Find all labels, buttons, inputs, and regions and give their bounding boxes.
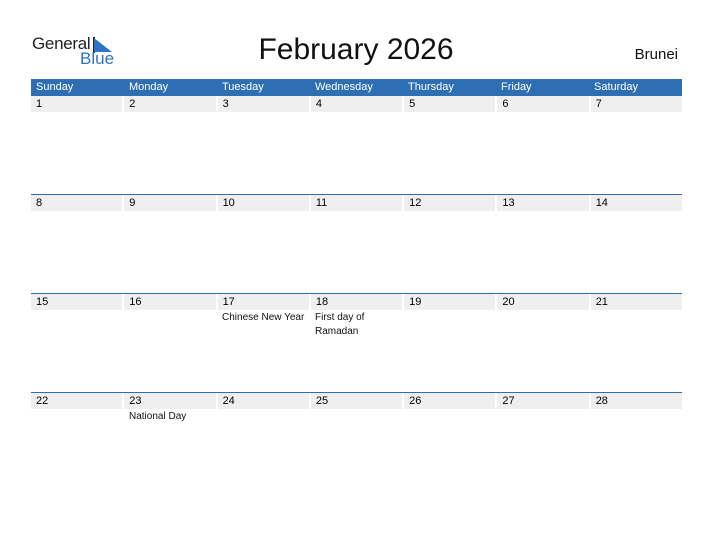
day-cell[interactable]: 7 [590,96,682,112]
holiday-label [310,211,403,212]
country-label: Brunei [634,46,678,63]
holiday-label [589,310,682,339]
day-cell[interactable]: 16 [124,294,216,310]
holiday-label [496,112,589,113]
day-cell[interactable]: 28 [590,393,682,409]
holiday-label [217,112,310,113]
holiday-label [124,112,217,113]
day-cell[interactable]: 9 [124,195,216,211]
day-cell[interactable]: 3 [217,96,309,112]
weekday-sunday: Sunday [36,81,74,93]
day-cell[interactable]: 22 [31,393,123,409]
page-title: February 2026 [258,33,454,66]
weekday-header: Sunday Monday Tuesday Wednesday Thursday… [31,79,682,96]
day-cell[interactable]: 4 [310,96,403,112]
day-cell[interactable]: 23 [124,393,216,409]
holiday-label: Chinese New Year [222,312,305,323]
weekday-friday: Friday [501,81,532,93]
holiday-label [496,409,589,424]
holiday-label [31,409,124,424]
holiday-label: National Day [129,411,187,422]
holiday-label [496,310,589,339]
day-cell[interactable]: 2 [124,96,216,112]
holiday-label [31,112,124,113]
weekday-monday: Monday [129,81,169,93]
day-cell[interactable]: 24 [217,393,309,409]
holiday-label [31,310,124,339]
calendar-week: 15 16 17 18 19 20 21 Chinese New Year First day … [31,293,682,339]
holiday-label [124,211,217,212]
holiday-label [403,112,496,113]
day-cell[interactable]: 11 [310,195,403,211]
weekday-saturday: Saturday [594,81,639,93]
holiday-label [217,409,310,424]
holiday-label [496,211,589,212]
holiday-label: First day of Ramadan [315,312,365,337]
holiday-label [589,112,682,113]
holiday-label [124,310,217,339]
holiday-label [31,211,124,212]
holiday-label [589,409,682,424]
weekday-thursday: Thursday [408,81,454,93]
day-cell[interactable]: 21 [590,294,682,310]
day-cell[interactable]: 6 [497,96,589,112]
day-cell[interactable]: 25 [310,393,403,409]
day-cell[interactable]: 1 [31,96,123,112]
day-cell[interactable]: 8 [31,195,123,211]
holiday-label [403,310,496,339]
weekday-wednesday: Wednesday [315,81,373,93]
holiday-label [589,211,682,212]
weekday-tuesday: Tuesday [222,81,264,93]
day-cell[interactable]: 10 [217,195,309,211]
day-cell[interactable]: 15 [31,294,123,310]
holiday-label [310,112,403,113]
calendar-week: 8 9 10 11 12 13 14 [31,194,682,212]
calendar-week: 22 23 24 25 26 27 28 National Day [31,392,682,424]
day-cell[interactable]: 19 [404,294,496,310]
day-cell[interactable]: 18 [310,294,403,310]
day-cell[interactable]: 27 [497,393,589,409]
day-cell[interactable]: 20 [497,294,589,310]
holiday-label [310,409,403,424]
holiday-label [403,211,496,212]
day-cell[interactable]: 5 [404,96,496,112]
day-cell[interactable]: 26 [404,393,496,409]
day-cell[interactable]: 14 [590,195,682,211]
day-cell[interactable]: 12 [404,195,496,211]
day-cell[interactable]: 13 [497,195,589,211]
calendar-week: 1234567 [31,96,682,113]
calendar-grid: Sunday Monday Tuesday Wednesday Thursday… [31,79,682,422]
day-cell[interactable]: 17 [217,294,309,310]
holiday-label [217,211,310,212]
holiday-label [403,409,496,424]
